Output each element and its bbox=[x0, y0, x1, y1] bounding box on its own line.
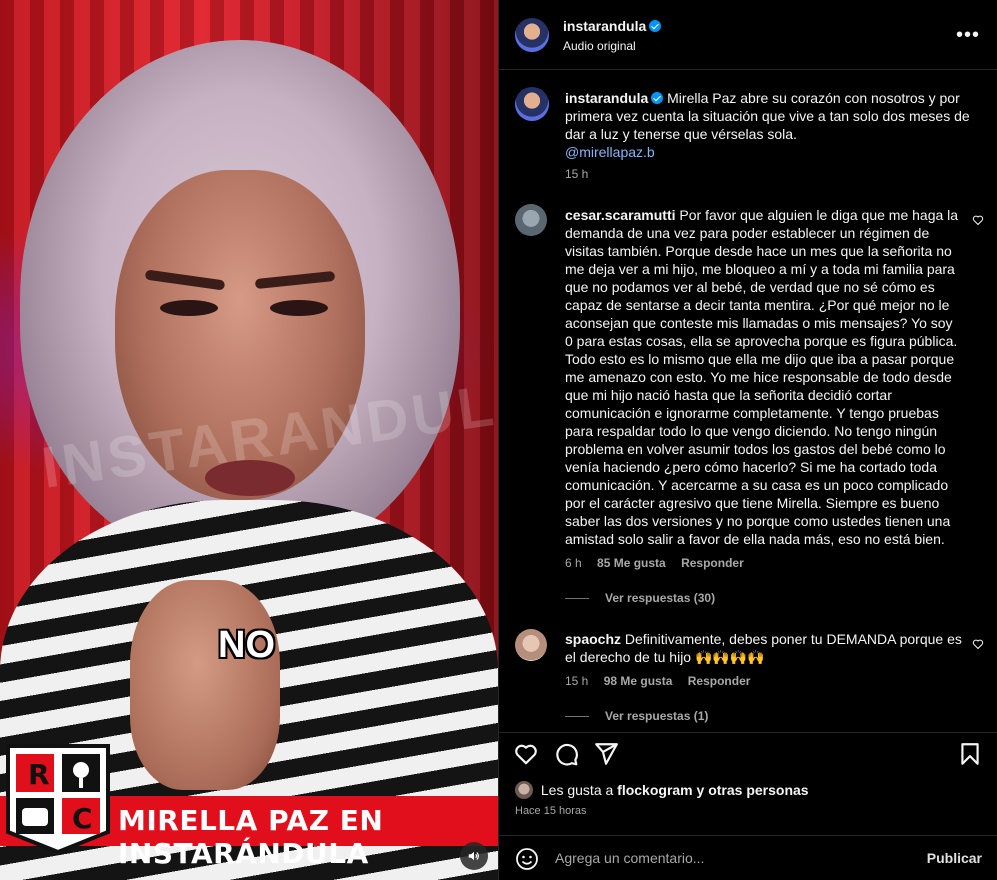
post-details-panel: instarandula Audio original ••• instaran… bbox=[498, 0, 997, 880]
audio-toggle-button[interactable] bbox=[460, 842, 488, 870]
right-eye bbox=[270, 300, 328, 316]
post-dialog: INSTARANDULA NO MIRELLA PAZ EN INSTARÁND… bbox=[0, 0, 997, 880]
post-time-ago[interactable]: Hace 15 horas bbox=[515, 805, 587, 817]
comment-meta: 15 h 98 Me gusta Responder bbox=[565, 674, 762, 688]
comments-scroll-area[interactable]: instarandula Mirella Paz abre su corazón… bbox=[499, 71, 997, 731]
post-actions: Les gusta a flockogram y otras personas … bbox=[499, 732, 997, 852]
avatar-image bbox=[515, 204, 547, 236]
share-icon[interactable] bbox=[593, 741, 619, 767]
reply-button[interactable]: Responder bbox=[688, 674, 751, 688]
likes-others[interactable]: y otras personas bbox=[697, 782, 809, 798]
comment-like-heart-icon[interactable] bbox=[972, 214, 984, 226]
caption-avatar[interactable] bbox=[515, 87, 549, 121]
comment-body: spaochz Definitivamente, debes poner tu … bbox=[565, 630, 963, 666]
comment-username[interactable]: spaochz bbox=[565, 631, 621, 647]
comment-meta: 6 h 85 Me gusta Responder bbox=[565, 556, 756, 570]
replies-divider bbox=[565, 716, 589, 718]
lower-third-text: MIRELLA PAZ EN INSTARÁNDULA bbox=[118, 804, 384, 870]
commenter-avatar[interactable] bbox=[515, 204, 547, 236]
comment-icon[interactable] bbox=[553, 741, 579, 767]
publish-button[interactable]: Publicar bbox=[927, 850, 982, 866]
heart-icon[interactable] bbox=[513, 741, 539, 767]
comment-time[interactable]: 15 h bbox=[565, 674, 588, 688]
likes-user[interactable]: flockogram bbox=[617, 782, 692, 798]
avatar-image bbox=[515, 629, 547, 661]
likes-prefix: Les gusta a bbox=[540, 782, 614, 798]
speaker-icon bbox=[468, 851, 479, 861]
view-replies-button[interactable]: Ver respuestas (1) bbox=[565, 709, 708, 723]
author-username-text: instarandula bbox=[563, 18, 647, 34]
reply-button[interactable]: Responder bbox=[681, 556, 744, 570]
author-avatar[interactable] bbox=[515, 18, 549, 52]
emoji-icon[interactable] bbox=[515, 847, 539, 871]
comment-text: Definitivamente, debes poner tu DEMANDA … bbox=[565, 631, 962, 665]
caption-username[interactable]: instarandula bbox=[565, 90, 648, 106]
caption-mention[interactable]: @mirellapaz.b bbox=[565, 143, 975, 161]
pointing-hand bbox=[130, 580, 280, 790]
more-horizontal-icon[interactable]: ••• bbox=[956, 24, 980, 47]
liker-avatar[interactable] bbox=[515, 781, 533, 799]
view-replies-button[interactable]: Ver respuestas (30) bbox=[565, 591, 715, 605]
audio-label[interactable]: Audio original bbox=[563, 39, 636, 53]
comment-body: cesar.scaramutti Por favor que alguien l… bbox=[565, 206, 963, 548]
replies-divider bbox=[565, 598, 589, 600]
likes-summary: Les gusta a flockogram y otras personas bbox=[515, 781, 809, 799]
bookmark-icon[interactable] bbox=[957, 741, 983, 767]
logo-letter-c: C bbox=[72, 802, 93, 835]
comment-text: Por favor que alguien le diga que me hag… bbox=[565, 207, 959, 547]
avatar-image bbox=[515, 781, 533, 799]
author-username[interactable]: instarandula bbox=[563, 18, 662, 34]
avatar-image bbox=[515, 87, 549, 121]
post-header: instarandula Audio original ••• bbox=[499, 0, 997, 70]
comment-time[interactable]: 6 h bbox=[565, 556, 582, 570]
comment-username[interactable]: cesar.scaramutti bbox=[565, 207, 676, 223]
comment-composer: Agrega un comentario... Publicar bbox=[499, 835, 997, 880]
post-video[interactable]: INSTARANDULA NO MIRELLA PAZ EN INSTARÁND… bbox=[0, 0, 498, 880]
comment-input[interactable]: Agrega un comentario... bbox=[555, 850, 704, 866]
rc-logo: R C bbox=[6, 744, 110, 854]
comment-like-heart-icon[interactable] bbox=[972, 638, 984, 650]
commenter-avatar[interactable] bbox=[515, 629, 547, 661]
caption-time[interactable]: 15 h bbox=[565, 167, 588, 181]
logo-letter-r: R bbox=[28, 758, 50, 791]
avatar-image bbox=[515, 18, 549, 52]
comment-likes[interactable]: 85 Me gusta bbox=[597, 556, 666, 570]
verified-badge-icon bbox=[649, 20, 662, 32]
left-eye bbox=[160, 300, 218, 316]
view-replies-label: Ver respuestas (1) bbox=[605, 709, 709, 723]
post-caption: instarandula Mirella Paz abre su corazón… bbox=[565, 89, 975, 161]
verified-badge-icon bbox=[651, 92, 664, 104]
view-replies-label: Ver respuestas (30) bbox=[605, 591, 716, 605]
comment-likes[interactable]: 98 Me gusta bbox=[604, 674, 673, 688]
video-caption-overlay: NO bbox=[218, 624, 275, 666]
